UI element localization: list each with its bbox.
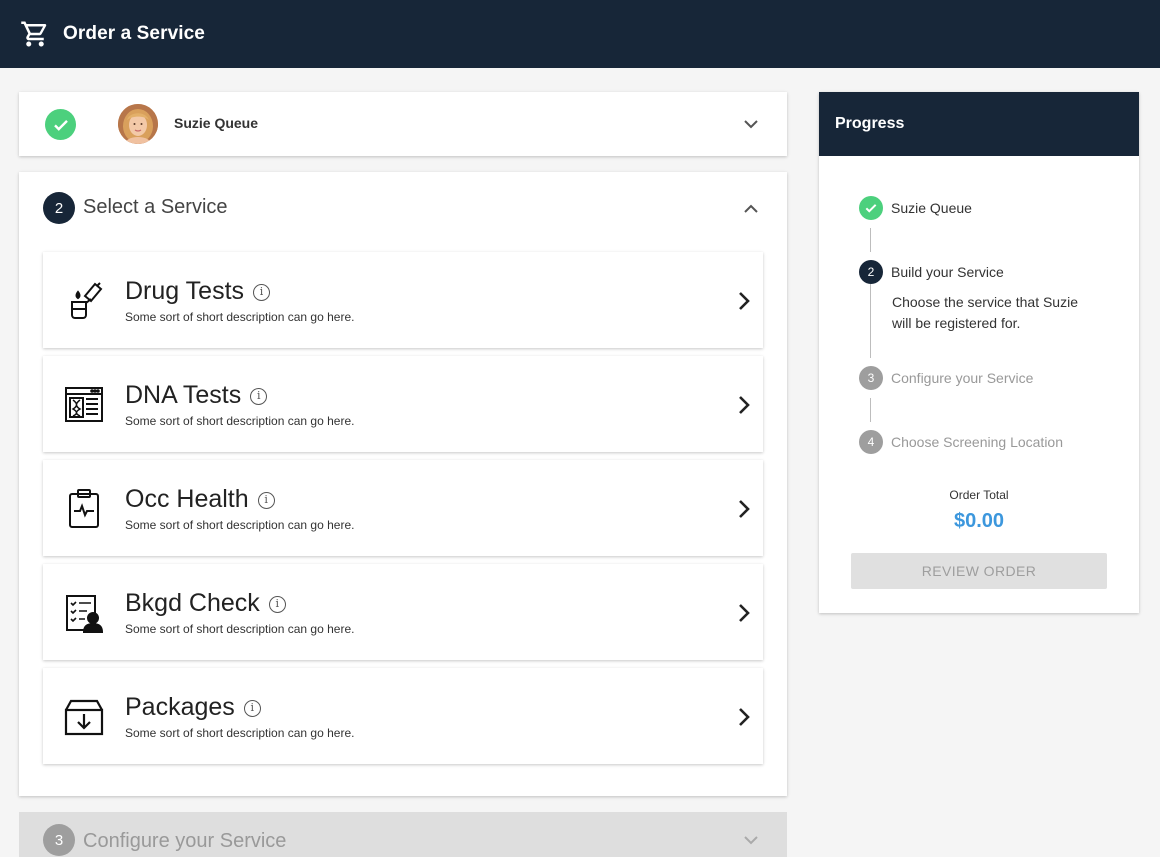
page-title: Order a Service: [63, 23, 205, 44]
service-description: Some sort of short description can go he…: [125, 310, 355, 324]
chevron-right-icon[interactable]: [733, 498, 755, 520]
service-card-dna-tests[interactable]: DNA Tests i Some sort of short descriptio…: [43, 356, 763, 452]
progress-step-label: Build your Service: [891, 264, 1004, 280]
chevron-right-icon[interactable]: [733, 394, 755, 416]
order-total-value: $0.00: [953, 510, 1005, 532]
chevron-right-icon[interactable]: [733, 290, 755, 312]
service-description: Some sort of short description can go he…: [125, 414, 355, 428]
chevron-down-icon[interactable]: [742, 115, 760, 133]
step2-select-service-card: 2 Select a Service Drug Tests i Some sort…: [19, 172, 787, 796]
progress-step-2: 2 Build your Service: [859, 260, 1004, 284]
service-title: Occ Health: [125, 485, 249, 513]
dna-test-icon: [63, 384, 105, 426]
service-title: Packages: [125, 693, 235, 721]
info-icon[interactable]: i: [268, 596, 286, 613]
step3-configure-card[interactable]: 3 Configure your Service: [19, 812, 787, 857]
step-number-badge: 2: [43, 192, 75, 224]
step-number-badge: 4: [859, 430, 883, 454]
service-title: DNA Tests: [125, 381, 242, 409]
step1-collapsed-card[interactable]: Suzie Queue: [19, 92, 787, 156]
chevron-down-icon[interactable]: [742, 831, 760, 849]
progress-step-label: Configure your Service: [891, 370, 1034, 386]
info-icon[interactable]: i: [243, 700, 261, 717]
service-card-occ-health[interactable]: Occ Health i Some sort of short descripti…: [43, 460, 763, 556]
info-icon[interactable]: i: [253, 284, 271, 301]
section-heading: Configure your Service: [83, 830, 287, 852]
progress-connector: [870, 284, 871, 358]
step-number-badge: 3: [43, 824, 75, 856]
progress-step-label: Suzie Queue: [891, 200, 972, 216]
progress-step-3: 3 Configure your Service: [859, 366, 1033, 390]
chevron-right-icon[interactable]: [733, 602, 755, 624]
package-icon: [63, 696, 105, 738]
drug-test-icon: [63, 280, 105, 322]
step-number-badge: 2: [859, 260, 883, 284]
progress-step-1: Suzie Queue: [859, 196, 972, 220]
progress-step-4: 4 Choose Screening Location: [859, 430, 1063, 454]
progress-step-label: Choose Screening Location: [891, 434, 1064, 450]
progress-step-description: Choose the service that Suzie will be re…: [892, 294, 1078, 331]
progress-panel: Progress Suzie Queue 2 Build your Servic…: [819, 92, 1139, 613]
service-description: Some sort of short description can go he…: [125, 622, 355, 636]
background-check-icon: [63, 592, 105, 634]
chevron-up-icon[interactable]: [742, 199, 760, 217]
service-title: Drug Tests: [125, 277, 245, 305]
order-total-label: Order Total: [949, 488, 1009, 502]
cart-icon: [20, 19, 50, 49]
service-description: Some sort of short description can go he…: [125, 726, 355, 740]
progress-title: Progress: [819, 92, 1139, 156]
avatar: [118, 104, 158, 144]
progress-connector: [870, 398, 871, 422]
service-card-bkgd-check[interactable]: Bkgd Check i Some sort of short descripti…: [43, 564, 763, 660]
check-icon: [859, 196, 883, 220]
info-icon[interactable]: i: [257, 492, 275, 509]
app-header: Order a Service: [0, 0, 1160, 68]
clipboard-health-icon: [63, 488, 105, 530]
service-card-packages[interactable]: Packages i Some sort of short description…: [43, 668, 763, 764]
service-title: Bkgd Check: [125, 589, 260, 617]
section-heading: Select a Service: [83, 196, 228, 218]
service-description: Some sort of short description can go he…: [125, 518, 355, 532]
chevron-right-icon[interactable]: [733, 706, 755, 728]
info-icon[interactable]: i: [250, 388, 268, 405]
review-order-button[interactable]: REVIEW ORDER: [851, 553, 1107, 589]
check-icon: [45, 109, 76, 140]
candidate-name: Suzie Queue: [174, 115, 259, 131]
service-card-drug-tests[interactable]: Drug Tests i Some sort of short descripti…: [43, 252, 763, 348]
progress-connector: [870, 228, 871, 252]
step-number-badge: 3: [859, 366, 883, 390]
